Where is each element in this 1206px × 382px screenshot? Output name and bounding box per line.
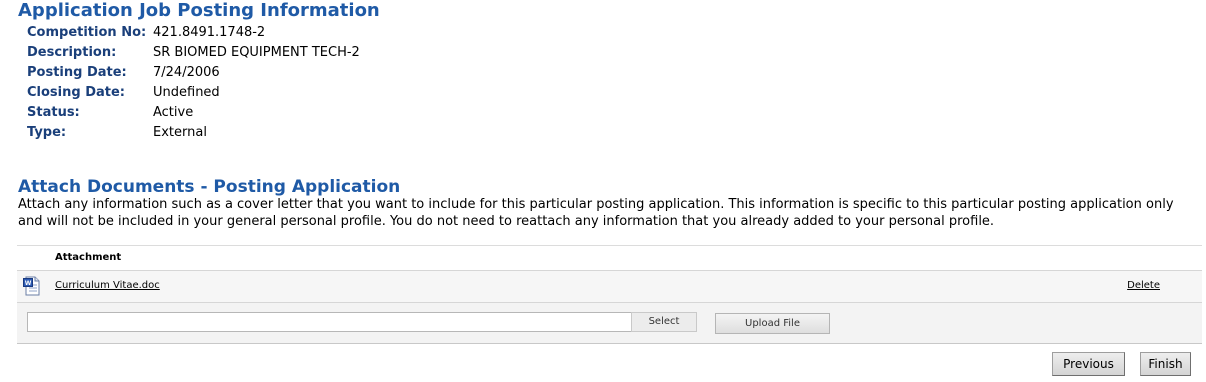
delete-attachment-link[interactable]: Delete [1127, 280, 1160, 291]
attach-documents-title: Attach Documents - Posting Application [18, 177, 401, 197]
attach-description-line-1: Attach any information such as a cover l… [18, 197, 1174, 212]
status-label: Status: [27, 105, 80, 120]
closing-date-label: Closing Date: [27, 85, 126, 100]
attachment-table-header: Attachment [17, 246, 1202, 271]
attachment-panel: Attachment W Curriculum Vitae.doc Delete… [17, 245, 1202, 344]
select-file-button[interactable]: Select [631, 312, 697, 332]
description-value: SR BIOMED EQUIPMENT TECH-2 [153, 45, 360, 60]
word-document-icon: W [23, 276, 41, 296]
description-label: Description: [27, 45, 117, 60]
competition-label: Competition No: [27, 25, 147, 40]
file-path-input[interactable] [27, 312, 635, 332]
closing-date-value: Undefined [153, 85, 220, 100]
previous-button[interactable]: Previous [1052, 352, 1125, 376]
attach-description-line-2: and will not be included in your general… [18, 214, 995, 229]
table-row: W Curriculum Vitae.doc Delete [17, 271, 1202, 303]
competition-value: 421.8491.1748-2 [153, 25, 266, 40]
svg-text:W: W [25, 280, 32, 287]
upload-file-button[interactable]: Upload File [715, 313, 830, 334]
attachment-file-link[interactable]: Curriculum Vitae.doc [55, 280, 160, 291]
attachment-column-header: Attachment [55, 252, 122, 263]
posting-date-value: 7/24/2006 [153, 65, 220, 80]
status-value: Active [153, 105, 194, 120]
attach-description: Attach any information such as a cover l… [18, 196, 1206, 230]
posting-date-label: Posting Date: [27, 65, 127, 80]
job-posting-title: Application Job Posting Information [18, 0, 380, 21]
type-label: Type: [27, 125, 67, 140]
type-value: External [153, 125, 207, 140]
finish-button[interactable]: Finish [1140, 352, 1191, 376]
